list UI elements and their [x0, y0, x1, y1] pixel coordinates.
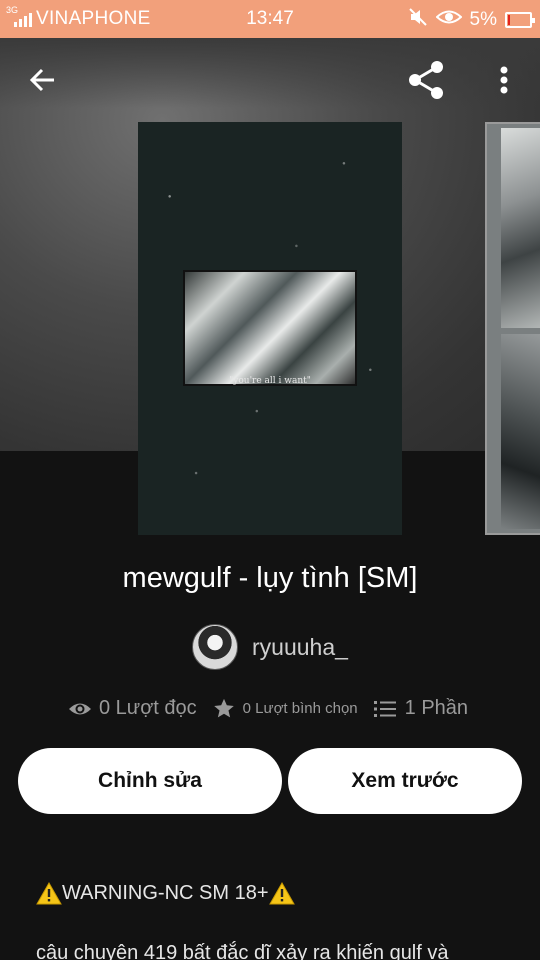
story-title: mewgulf - lụy tình [SM]: [122, 562, 418, 594]
description-text: câu chuyện 419 bất đắc dĩ xảy ra khiến g…: [36, 942, 449, 960]
parts-stat: 1 Phần: [373, 697, 469, 720]
preview-button[interactable]: Xem trước: [288, 748, 522, 814]
edit-button[interactable]: Chỉnh sửa: [18, 748, 282, 814]
votes-count: 0 Lượt bình chọn: [242, 700, 358, 717]
mute-icon: [408, 7, 428, 33]
next-story-cover[interactable]: [485, 122, 540, 535]
next-cover-photo-bottom: [501, 334, 540, 529]
share-icon: [409, 61, 443, 99]
cover-caption: "you're all i want": [229, 376, 311, 386]
list-icon: [373, 700, 396, 717]
star-icon: [213, 698, 234, 718]
author-name: ryuuuha_: [252, 633, 348, 660]
battery-icon: [505, 12, 535, 28]
warning-icon: [268, 881, 295, 905]
back-arrow-icon: [29, 68, 54, 92]
parts-count: 1 Phần: [404, 697, 469, 719]
votes-stat: 0 Lượt bình chọn: [213, 698, 358, 719]
warning-icon: [36, 881, 62, 905]
eye-icon: [435, 8, 463, 32]
share-button[interactable]: [404, 58, 448, 102]
status-bar: 3G VINAPHONE 13:47 5%: [0, 0, 540, 38]
cover-photo: [183, 270, 357, 386]
reads-stat: 0 Lượt đọc: [68, 697, 197, 720]
more-vert-icon: [500, 66, 508, 94]
author-link[interactable]: ryuuuha_: [192, 624, 348, 670]
story-stats: 0 Lượt đọc 0 Lượt bình chọn 1 Phần: [68, 697, 468, 720]
warning-text: WARNING-NC SM 18+: [62, 882, 269, 904]
more-button[interactable]: [482, 58, 526, 102]
next-cover-photo-top: [501, 128, 540, 328]
battery-level: [508, 15, 510, 25]
eye-icon: [69, 703, 91, 714]
avatar: [192, 624, 238, 670]
back-button[interactable]: [20, 58, 64, 102]
description-warning: WARNING-NC SM 18+: [36, 881, 295, 905]
story-cover[interactable]: "you're all i want": [138, 122, 402, 535]
battery-percent: 5%: [469, 9, 497, 30]
reads-count: 0 Lượt đọc: [99, 697, 197, 719]
status-right: 5%: [408, 7, 535, 33]
